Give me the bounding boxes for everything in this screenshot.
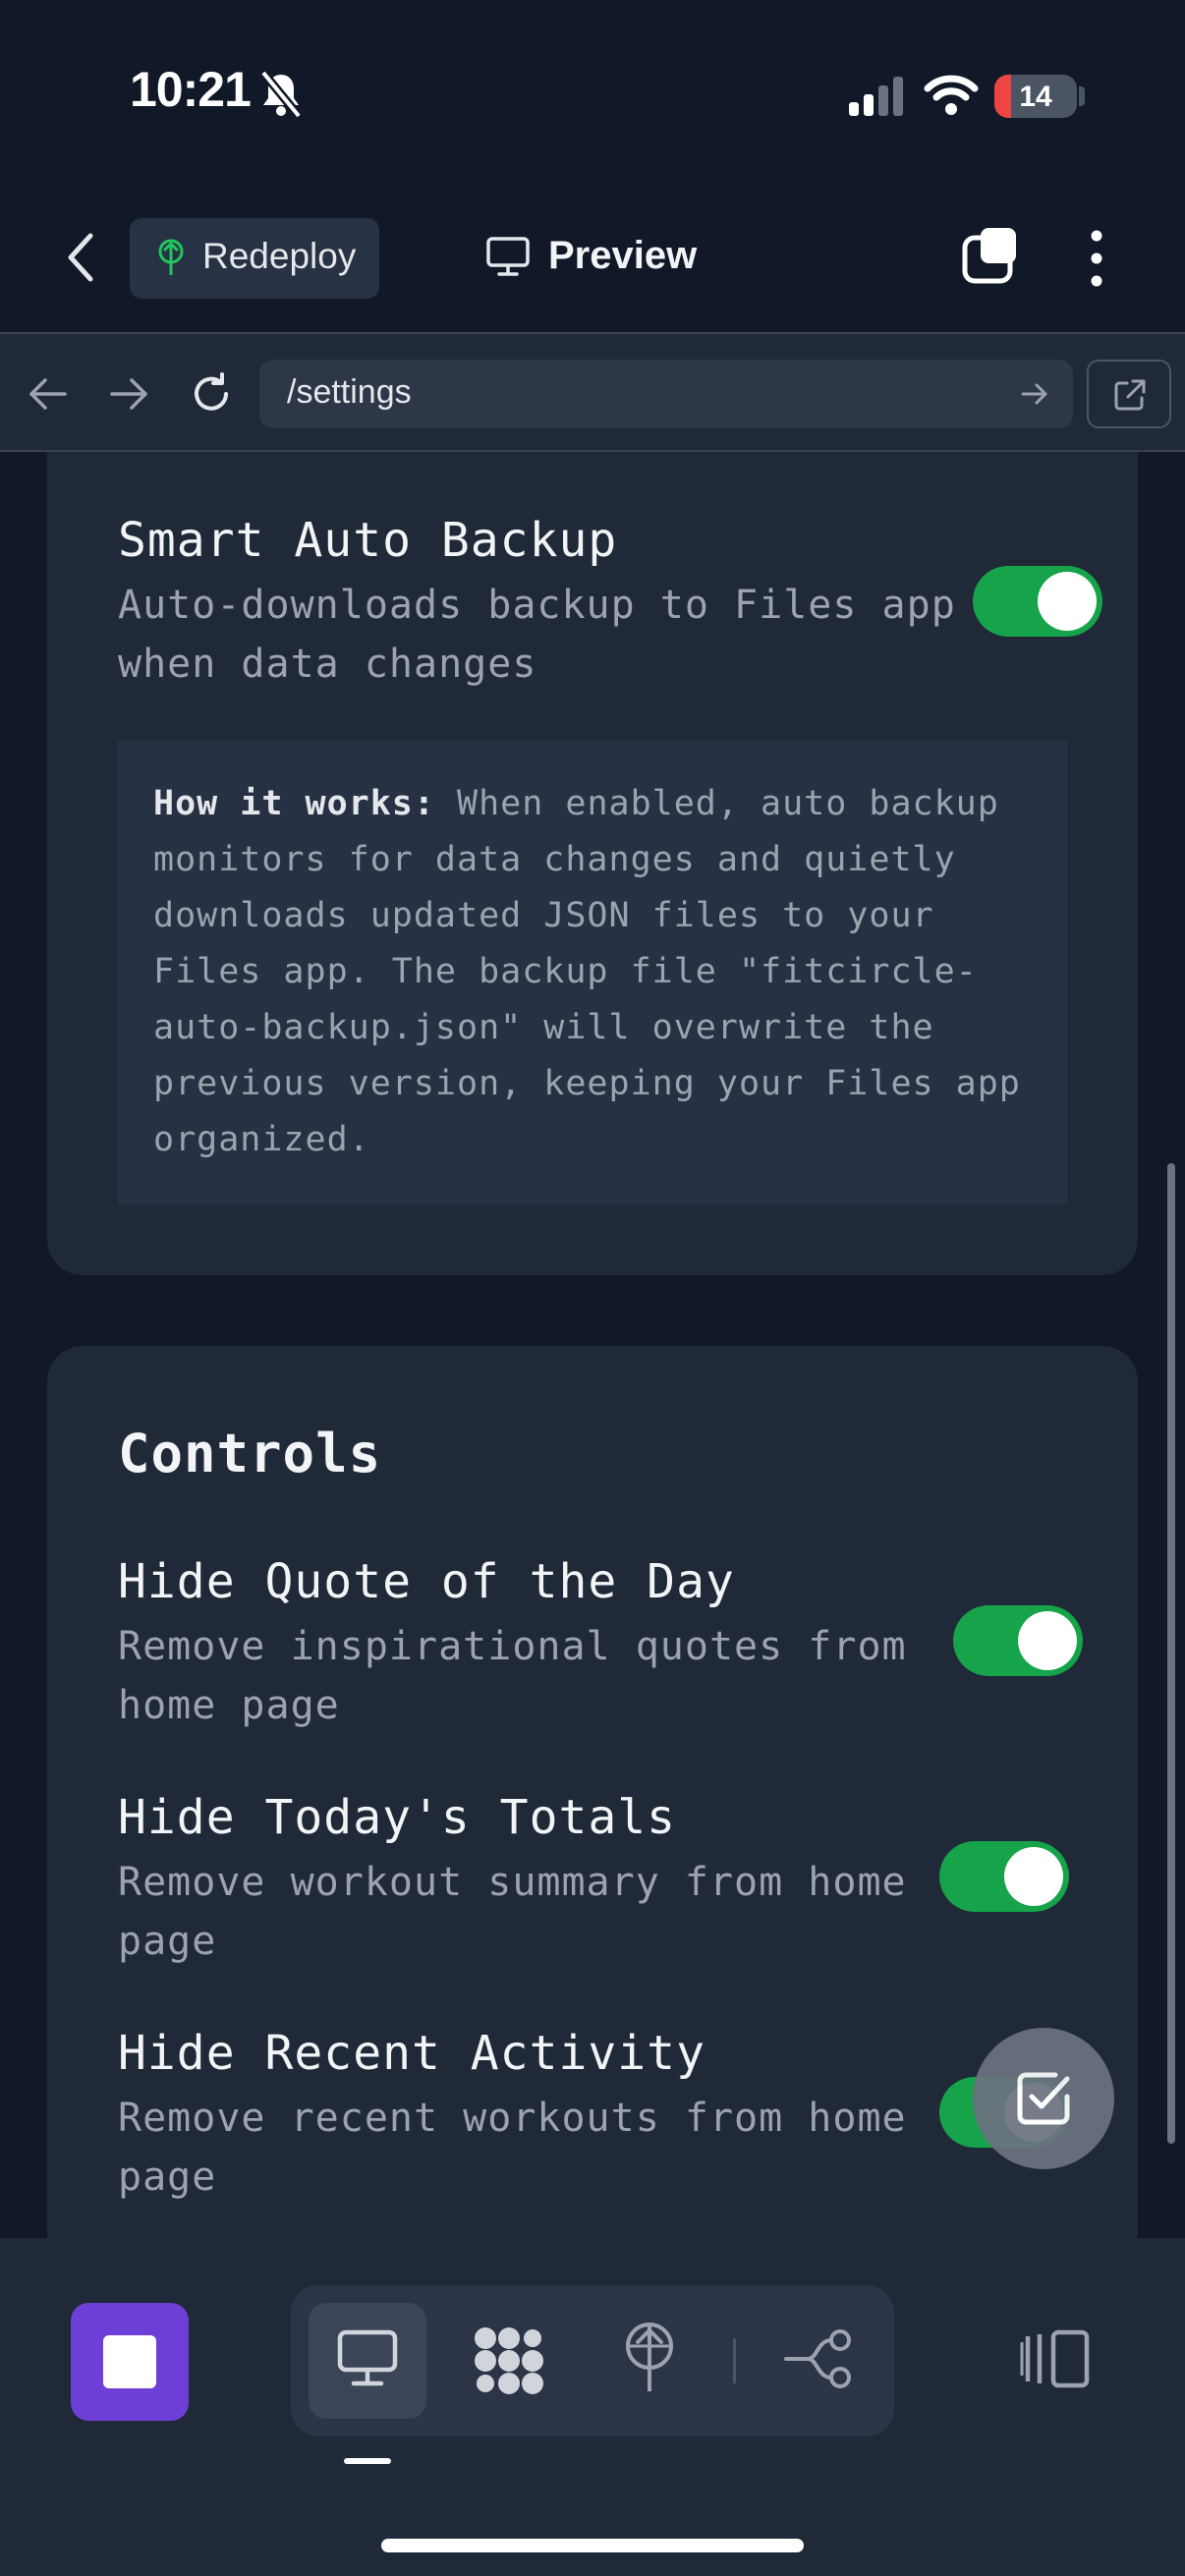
floating-action-button[interactable]	[973, 2028, 1114, 2169]
home-indicator[interactable]	[381, 2539, 804, 2552]
info-label: How it works:	[153, 784, 435, 823]
hide-quote-title: Hide Quote of the Day	[118, 1554, 735, 1609]
url-text: /settings	[287, 373, 412, 411]
stop-icon	[103, 2335, 156, 2388]
redeploy-label: Redeploy	[202, 236, 357, 276]
bell-slash-icon	[259, 70, 303, 119]
deploy-tree-icon	[158, 239, 184, 275]
more-vertical-icon[interactable]	[1081, 228, 1112, 289]
toggle-knob	[1004, 1847, 1063, 1906]
battery-icon: 14	[994, 75, 1077, 118]
info-line-6: previous version, keeping your Files app	[153, 1064, 1021, 1103]
apps-grid-icon[interactable]	[472, 2324, 546, 2397]
hide-activity-description-2: page	[118, 2155, 217, 2200]
battery-nub	[1079, 86, 1085, 106]
arrow-right-icon[interactable]	[108, 375, 151, 413]
hide-totals-toggle[interactable]	[939, 1841, 1069, 1912]
active-tab-indicator	[344, 2458, 391, 2464]
controls-title: Controls	[118, 1423, 382, 1484]
info-text: How it works: When enabled, auto backup …	[153, 776, 1038, 1168]
battery-level: 14	[1019, 81, 1052, 113]
hide-quote-description-1: Remove inspirational quotes from	[118, 1624, 907, 1669]
cellular-signal-icon	[849, 77, 903, 116]
smart-backup-toggle[interactable]	[973, 566, 1102, 637]
deploy-tree-icon[interactable]	[619, 2321, 680, 2395]
external-link-icon	[1114, 379, 1146, 411]
smart-backup-title: Smart Auto Backup	[118, 513, 618, 568]
window-stack-icon[interactable]	[959, 224, 1022, 287]
workflow-icon[interactable]	[782, 2328, 855, 2389]
scrollbar[interactable]	[1167, 1163, 1175, 2144]
smart-backup-description-1: Auto-downloads backup to Files app	[118, 583, 956, 628]
toggle-knob	[1038, 572, 1097, 631]
checkbox-edit-icon	[1017, 2072, 1070, 2125]
wifi-icon	[924, 75, 979, 115]
info-line-2: monitors for data changes and quietly	[153, 840, 956, 879]
chevron-left-icon[interactable]	[61, 228, 100, 287]
hide-totals-description-1: Remove workout summary from home	[118, 1860, 907, 1905]
arrow-left-icon[interactable]	[26, 375, 69, 413]
hide-activity-description-1: Remove recent workouts from home	[118, 2096, 907, 2141]
info-line-4: Files app. The backup file "fitcircle-	[153, 952, 978, 991]
hide-activity-title: Hide Recent Activity	[118, 2026, 705, 2081]
hide-totals-description-2: page	[118, 1919, 217, 1964]
tools-separator	[733, 2338, 736, 2383]
hide-quote-description-2: home page	[118, 1683, 340, 1728]
smart-backup-description-2: when data changes	[118, 642, 537, 687]
preview-title[interactable]: Preview	[548, 234, 697, 278]
toggle-knob	[1018, 1611, 1077, 1670]
monitor-icon	[337, 2329, 398, 2386]
reload-icon[interactable]	[189, 371, 234, 417]
monitor-icon	[486, 237, 530, 276]
stop-button[interactable]	[71, 2303, 189, 2421]
info-line-7: organized.	[153, 1120, 370, 1159]
panel-layout-icon[interactable]	[1018, 2328, 1091, 2389]
hide-quote-toggle[interactable]	[953, 1605, 1083, 1676]
info-line-1: When enabled, auto backup	[434, 784, 999, 823]
info-line-5: auto-backup.json" will overwrite the	[153, 1008, 934, 1047]
go-arrow-icon[interactable]	[1020, 381, 1049, 407]
info-line-3: downloads updated JSON files to your	[153, 896, 934, 935]
status-time: 10:21	[130, 62, 252, 117]
hide-totals-title: Hide Today's Totals	[118, 1790, 677, 1845]
